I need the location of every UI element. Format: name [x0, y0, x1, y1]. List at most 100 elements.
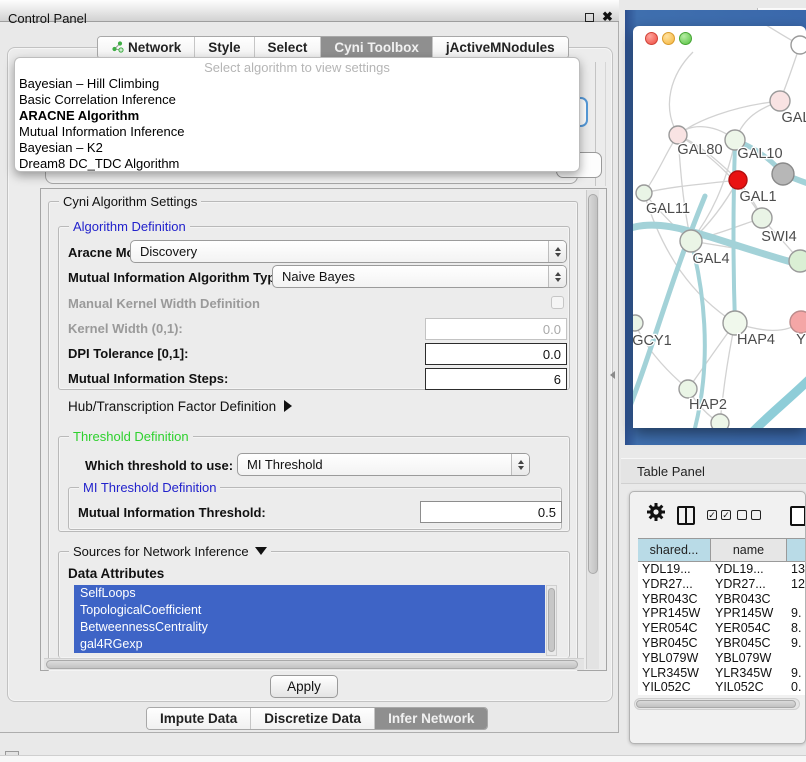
network-node-hap2[interactable] [679, 380, 697, 398]
network-node[interactable] [729, 171, 747, 189]
document-icon[interactable] [790, 506, 806, 526]
mi-threshold-label: Mutual Information Threshold: [78, 505, 266, 520]
combo-value: Discovery [131, 244, 548, 259]
settings-horizontal-scrollbar[interactable] [44, 658, 584, 670]
tab-cyni-toolbox[interactable]: Cyni Toolbox [321, 37, 433, 58]
network-node-gal1[interactable] [752, 208, 772, 228]
dropdown-items: Bayesian – Hill ClimbingBasic Correlatio… [15, 76, 579, 171]
kernel-width-label: Kernel Width (0,1): [68, 321, 183, 336]
tab-network[interactable]: Network [98, 37, 195, 58]
manual-kernel-width-checkbox[interactable] [551, 296, 564, 309]
column-header-a[interactable]: A [787, 539, 806, 561]
network-node-gal[interactable] [770, 91, 790, 111]
gear-icon[interactable] [646, 502, 666, 527]
panel-collapse-arrow-icon[interactable] [610, 371, 615, 379]
dropdown-placeholder: Select algorithm to view settings [15, 58, 579, 76]
hub-transcription-factor-section[interactable]: Hub/Transcription Factor Definition [68, 399, 292, 414]
mi-steps-field[interactable] [425, 368, 567, 390]
table-header-row[interactable]: shared...nameA [638, 538, 806, 562]
tab-label: Select [268, 40, 308, 55]
attribute-item-selfloops[interactable]: SelfLoops [74, 585, 545, 602]
table-cell [787, 592, 806, 607]
tab-label: Cyni Toolbox [334, 40, 419, 55]
column-header-name[interactable]: name [711, 539, 787, 561]
attributes-list-scrollbar[interactable] [546, 585, 557, 656]
table-row[interactable]: YDR27...YDR27...12 [638, 577, 806, 592]
table-cell: YBR045C [711, 636, 787, 651]
tab-select[interactable]: Select [255, 37, 322, 58]
network-node-gal11[interactable] [636, 185, 652, 201]
table-row[interactable]: YBL079WYBL079W [638, 651, 806, 666]
collapse-down-arrow-icon[interactable] [255, 547, 267, 555]
table-row[interactable]: YPR145WYPR145W9. [638, 606, 806, 621]
tab-style[interactable]: Style [195, 37, 254, 58]
tab-impute-data[interactable]: Impute Data [147, 708, 251, 729]
node-label: SWI4 [761, 229, 796, 245]
table-horizontal-scrollbar[interactable] [634, 698, 800, 710]
network-view-window[interactable]: GALGAL80GAL10GAL11GAL1SWI4GAL4HAP4YGCY1H… [633, 26, 806, 428]
dropdown-item-mutual-information-inference[interactable]: Mutual Information Inference [15, 124, 579, 140]
settings-vertical-scrollbar[interactable] [586, 190, 599, 669]
mi-steps-label: Mutual Information Steps: [68, 371, 228, 386]
dropdown-item-basic-correlation-inference[interactable]: Basic Correlation Inference [15, 92, 579, 108]
kernel-width-field[interactable] [425, 318, 567, 340]
attribute-item-betweennesscentrality[interactable]: BetweennessCentrality [74, 619, 545, 636]
deselect-all-checkboxes-icon[interactable] [737, 510, 761, 520]
aracne-mode-combobox[interactable]: Discovery [130, 240, 567, 263]
network-node-swi4[interactable] [789, 250, 806, 272]
table-row[interactable]: YIL052CYIL052C0. [638, 680, 806, 695]
stepper-arrows-icon[interactable] [548, 266, 566, 287]
dropdown-item-dream8-dc-tdc-algorithm[interactable]: Dream8 DC_TDC Algorithm [15, 156, 579, 172]
stepper-arrows-icon[interactable] [548, 241, 566, 262]
table-row[interactable]: YLR345WYLR345W9. [638, 666, 806, 681]
network-node-gcy1[interactable] [633, 315, 643, 331]
apply-button[interactable]: Apply [270, 675, 338, 698]
network-node[interactable] [772, 163, 794, 185]
float-window-icon[interactable] [585, 13, 594, 22]
dropdown-item-bayesian-k2[interactable]: Bayesian – K2 [15, 140, 579, 156]
zoom-traffic-light[interactable] [679, 32, 692, 45]
split-columns-icon[interactable] [677, 506, 695, 525]
tab-discretize-data[interactable]: Discretize Data [251, 708, 375, 729]
mi-algorithm-type-label: Mutual Information Algorithm Type: [68, 270, 287, 285]
network-node[interactable] [791, 36, 806, 54]
network-node[interactable] [711, 414, 729, 428]
stepper-arrows-icon[interactable] [511, 454, 529, 475]
attribute-item-topologicalcoefficient[interactable]: TopologicalCoefficient [74, 602, 545, 619]
network-node-gal4[interactable] [680, 230, 702, 252]
mi-algorithm-type-combobox[interactable]: Naive Bayes [272, 265, 567, 288]
select-all-checkboxes-icon[interactable]: ✓✓ [707, 510, 731, 520]
close-traffic-light[interactable] [645, 32, 658, 45]
network-node-y[interactable] [790, 311, 806, 333]
data-attributes-label: Data Attributes [68, 566, 164, 581]
network-canvas[interactable]: GALGAL80GAL10GAL11GAL1SWI4GAL4HAP4YGCY1H… [633, 26, 806, 428]
attribute-item-gal4rgexp[interactable]: gal4RGexp [74, 636, 545, 653]
control-panel-tabbar: NetworkStyle Select Cyni Toolbox jActiveMNo… [97, 36, 569, 59]
minimize-traffic-light[interactable] [662, 32, 675, 45]
table-cell: 9. [787, 606, 806, 621]
node-label: GCY1 [633, 333, 672, 349]
table-cell: 9. [787, 666, 806, 681]
table-cell: 8. [787, 621, 806, 636]
table-cell: YDR27... [638, 577, 711, 592]
dropdown-item-aracne-algorithm[interactable]: ARACNE Algorithm [15, 108, 579, 124]
column-header-shared[interactable]: shared... [638, 539, 711, 561]
dpi-tolerance-field[interactable] [425, 343, 567, 365]
close-icon[interactable]: ✖ [602, 9, 613, 25]
tab-infer-network[interactable]: Infer Network [375, 708, 487, 729]
screen: Control Panel ✖ NetworkStyleSelectCyni T… [0, 0, 806, 762]
table-cell: 13 [787, 562, 806, 577]
control-panel-titlebar[interactable] [0, 0, 619, 22]
table-row[interactable]: YDL19...YDL19...13 [638, 562, 806, 577]
which-threshold-combobox[interactable]: MI Threshold [237, 453, 530, 476]
mi-threshold-field[interactable] [420, 501, 562, 523]
table-cell: YBL079W [638, 651, 711, 666]
table-row[interactable]: YER054CYER054C8. [638, 621, 806, 636]
tab-jactivemnodules[interactable]: jActiveMNodules [433, 37, 568, 58]
table-cell: YIL052C [638, 680, 711, 695]
table-row[interactable]: YBR045CYBR045C9. [638, 636, 806, 651]
table-cell [787, 651, 806, 666]
dropdown-item-bayesian-hill-climbing[interactable]: Bayesian – Hill Climbing [15, 76, 579, 92]
table-row[interactable]: YBR043CYBR043C [638, 592, 806, 607]
expand-right-arrow-icon[interactable] [284, 400, 292, 412]
